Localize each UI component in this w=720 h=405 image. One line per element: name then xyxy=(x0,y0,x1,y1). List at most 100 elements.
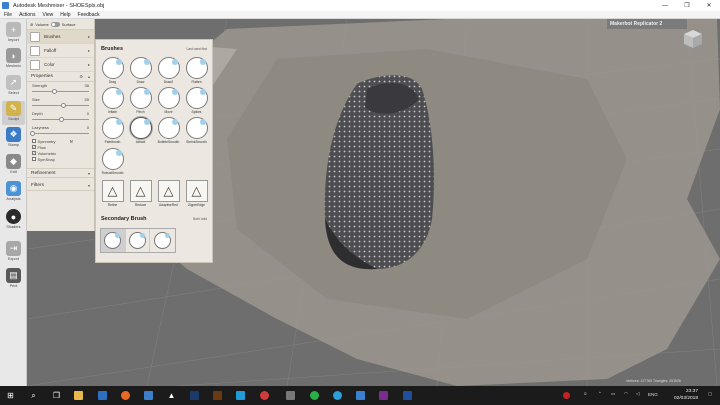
whatsapp-icon[interactable] xyxy=(308,389,321,402)
symsnap-checkbox[interactable]: SymSnap xyxy=(27,156,94,162)
file-explorer-icon[interactable] xyxy=(72,389,85,402)
brush-refine[interactable]: △ Refine xyxy=(100,180,125,207)
telegram-icon[interactable] xyxy=(331,389,344,402)
brush-pinch[interactable]: Pinch xyxy=(128,87,153,114)
record-icon[interactable] xyxy=(560,389,573,402)
minimize-button[interactable]: — xyxy=(654,0,676,11)
falloff-row[interactable]: Falloff ▸ xyxy=(27,44,94,58)
windows-start-icon[interactable]: ⊞ xyxy=(4,389,17,402)
brush-inflate[interactable]: Inflate xyxy=(100,87,125,114)
language-indicator[interactable]: ENG xyxy=(648,392,658,397)
meshmix-tool[interactable]: ◗ Meshmix xyxy=(2,48,25,72)
meshmixer-app-icon xyxy=(2,2,9,9)
falloff-thumbnail xyxy=(30,45,40,56)
volume-surface-toggle[interactable] xyxy=(50,21,60,27)
menu-view[interactable]: View xyxy=(42,12,53,18)
printer-label[interactable]: Makerbot Replicator 2 xyxy=(607,19,687,29)
app-icon[interactable] xyxy=(142,389,155,402)
edit-tool[interactable]: ◆ Edit xyxy=(2,154,25,178)
color-row[interactable]: Color ▸ xyxy=(27,58,94,72)
print-tool[interactable]: ▤ Print xyxy=(2,268,25,292)
mail-icon[interactable] xyxy=(354,389,367,402)
brush-thumbnail xyxy=(30,31,40,42)
brush-reduce[interactable]: △ Reduce xyxy=(128,180,153,207)
search-icon[interactable]: ⌕ xyxy=(27,389,40,402)
wifi-icon[interactable]: ◠ xyxy=(624,391,628,397)
lazyness-slider[interactable]: Lazyness 0 xyxy=(27,124,94,136)
gear-icon[interactable]: ⚙ xyxy=(79,74,83,79)
view-cube-icon[interactable] xyxy=(682,28,704,50)
slider-knob[interactable] xyxy=(51,89,57,94)
brush-adaptivered[interactable]: △ AdaptiveRed xyxy=(156,180,181,207)
size-slider[interactable]: Size 55 xyxy=(27,96,94,108)
select-tool[interactable]: ➚ Select xyxy=(2,75,25,99)
brush-spikes[interactable]: Spikes xyxy=(184,87,209,114)
brush-zipperedge[interactable]: △ ZipperEdge xyxy=(184,180,209,207)
vlc-icon[interactable]: ▲ xyxy=(165,389,178,402)
secondary-brush-option[interactable] xyxy=(126,229,151,252)
secondary-brush-option[interactable] xyxy=(101,229,126,252)
taskbar-clock[interactable]: 23:37 02/03/2018 xyxy=(674,388,698,402)
brushes-row[interactable]: Brushes ▸ xyxy=(27,30,94,44)
brush-paintbrush[interactable]: Paintbrush xyxy=(100,117,125,144)
symmetry-settings-icon[interactable]: ⚒ xyxy=(70,139,74,144)
menu-help[interactable]: Help xyxy=(60,12,70,18)
spikes-brush-icon xyxy=(185,87,208,109)
brush-move[interactable]: Move xyxy=(156,87,181,114)
menu-feedback[interactable]: Feedback xyxy=(78,12,100,18)
export-tool[interactable]: ⇥ Export xyxy=(2,241,25,265)
shader-sphere-icon: ● xyxy=(6,209,21,224)
title-bar: Autodesk Meshmixer - SHOESpls.obj — ❐ ✕ xyxy=(0,0,720,11)
slider-knob[interactable] xyxy=(61,103,67,108)
onenote-icon[interactable] xyxy=(377,389,390,402)
brush-draw2[interactable]: Draw2 xyxy=(156,57,181,84)
calculator-icon[interactable] xyxy=(284,389,297,402)
brush-bubblesmooth[interactable]: BubbleSmooth xyxy=(156,117,181,144)
menu-actions[interactable]: Actions xyxy=(19,12,35,18)
import-tool[interactable]: + Import xyxy=(2,22,25,46)
maximize-button[interactable]: ❐ xyxy=(676,0,698,11)
volume-icon[interactable]: ◁ xyxy=(636,391,639,397)
chevron-right-icon: ▸ xyxy=(87,34,90,39)
print-icon: ▤ xyxy=(6,268,21,283)
chevron-up-icon[interactable]: ⌃ xyxy=(598,391,602,397)
brush-flatten[interactable]: Flatten xyxy=(184,57,209,84)
brush-robustsmooth[interactable]: RobustSmooth xyxy=(100,148,125,175)
properties-header[interactable]: Properties ⚙ ▴ xyxy=(27,72,94,82)
meshmixer-taskbar-icon[interactable] xyxy=(258,389,271,402)
notifications-icon[interactable]: ▢ xyxy=(708,391,712,397)
strength-slider[interactable]: Strength 38 xyxy=(27,82,94,94)
brush-drag[interactable]: Drag xyxy=(100,57,125,84)
cura-icon[interactable] xyxy=(234,389,247,402)
illustrator-icon[interactable] xyxy=(211,389,224,402)
task-view-icon[interactable]: ❐ xyxy=(50,389,63,402)
store-icon[interactable] xyxy=(96,389,109,402)
close-button[interactable]: ✕ xyxy=(698,0,720,11)
brush-attract[interactable]: Attract xyxy=(128,117,153,144)
battery-icon[interactable]: ▭ xyxy=(611,391,615,397)
filters-header[interactable]: Filters ▾ xyxy=(27,181,94,191)
paintbrush-icon xyxy=(101,117,124,139)
stamp-tool[interactable]: ❖ Stamp xyxy=(2,127,25,151)
brush-draw[interactable]: Draw xyxy=(128,57,153,84)
revit-icon[interactable] xyxy=(401,389,414,402)
smooth-brush-icon xyxy=(129,232,146,249)
people-icon[interactable]: ☺ xyxy=(583,391,588,396)
menu-file[interactable]: File xyxy=(4,12,12,18)
surface-mode-icon: ⊚ xyxy=(30,21,34,27)
chevron-up-icon: ▴ xyxy=(87,74,90,79)
photoshop-icon[interactable] xyxy=(188,389,201,402)
sculpt-tool[interactable]: ✎ Sculpt xyxy=(2,101,25,125)
depth-slider[interactable]: Depth 0 xyxy=(27,110,94,122)
shaders-tool[interactable]: ● Shaders xyxy=(2,209,25,233)
slider-knob[interactable] xyxy=(58,117,64,122)
firefox-icon[interactable] xyxy=(119,389,132,402)
secondary-brush-option[interactable] xyxy=(150,229,175,252)
refinement-header[interactable]: Refinement ▾ xyxy=(27,168,94,178)
slider-knob[interactable] xyxy=(30,131,35,136)
brush-shrinksmooth[interactable]: ShrinkSmooth xyxy=(184,117,209,144)
adaptivered-triangle-icon: △ xyxy=(157,180,180,202)
export-icon: ⇥ xyxy=(6,241,21,256)
reduce-triangle-icon: △ xyxy=(129,180,152,202)
analysis-tool[interactable]: ◉ Analysis xyxy=(2,181,25,205)
